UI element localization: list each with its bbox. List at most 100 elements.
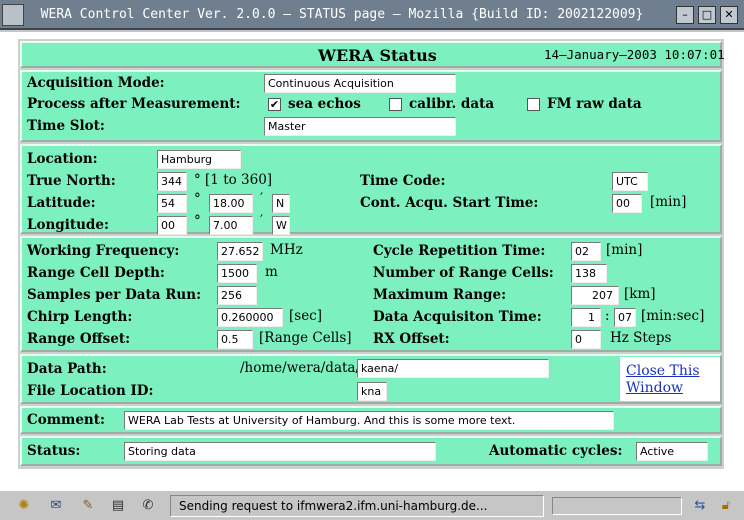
maximum-range-label: Maximum Range: (373, 287, 507, 303)
samples-per-run-label: Samples per Data Run: (27, 287, 202, 303)
addressbook-icon[interactable]: ▤ (108, 497, 128, 515)
mail-icon[interactable]: ✉ (46, 497, 66, 515)
samples-per-run-field[interactable]: 256 (217, 286, 257, 305)
longitude-label: Longitude: (27, 217, 109, 233)
time-slot-field[interactable]: Master (264, 117, 456, 136)
online-connection-icon[interactable]: ⇆ (690, 497, 710, 515)
close-window-link-line1[interactable]: Close This (626, 363, 700, 380)
irc-icon[interactable]: ✆ (138, 497, 158, 515)
range-cell-depth-field[interactable]: 1500 (217, 264, 257, 283)
longitude-degrees-field[interactable]: 00 (157, 216, 187, 235)
longitude-hemisphere-field[interactable]: W (272, 216, 290, 235)
acquisition-time-sec-field[interactable]: 07 (614, 308, 636, 327)
cycle-repetition-unit: [min] (606, 242, 643, 258)
range-offset-field[interactable]: 0.5 (217, 330, 253, 349)
location-field[interactable]: Hamburg (157, 150, 241, 169)
page-title: WERA Status (318, 46, 437, 65)
window-menu-icon[interactable] (2, 4, 24, 26)
start-time-unit: [min] (650, 194, 687, 210)
latitude-minute-symbol: ′ (260, 191, 264, 207)
sea-echos-checkbox[interactable]: ✔ (268, 98, 281, 111)
number-range-cells-label: Number of Range Cells: (373, 265, 554, 281)
true-north-label: True North: (27, 173, 116, 189)
latitude-minutes-field[interactable]: 18.00 (209, 194, 253, 213)
datetime-display: 14–January–2003 10:07:01 (544, 47, 725, 62)
file-location-label: File Location ID: (27, 383, 154, 399)
true-north-unit: ° [1 to 360] (194, 172, 273, 188)
security-lock-icon[interactable]: 🔓︎ (716, 497, 736, 515)
composer-icon[interactable]: ✎ (78, 497, 98, 515)
window-titlebar: WERA Control Center Ver. 2.0.0 – STATUS … (0, 0, 744, 30)
longitude-minutes-field[interactable]: 7.00 (209, 216, 253, 235)
working-frequency-field[interactable]: 27.652 (217, 242, 263, 261)
browser-statusbar: ✺ ✉ ✎ ▤ ✆ Sending request to ifmwera2.if… (0, 490, 744, 520)
longitude-degree-symbol: ° (194, 213, 201, 229)
number-range-cells-field[interactable]: 138 (571, 264, 607, 283)
chirp-length-field[interactable]: 0.260000 (217, 308, 283, 327)
window-title: WERA Control Center Ver. 2.0.0 – STATUS … (40, 7, 644, 22)
acquisition-mode-field[interactable]: Continuous Acquisition (264, 74, 456, 93)
acquisition-time-unit: [min:sec] (641, 308, 705, 324)
acquisition-time-min-field[interactable]: 1 (571, 308, 601, 327)
maximum-range-unit: [km] (624, 286, 656, 302)
maximum-range-field[interactable]: 207 (571, 286, 619, 305)
time-slot-label: Time Slot: (27, 118, 105, 134)
status-panel: Status: Storing data Automatic cycles: A… (20, 436, 722, 466)
comment-field[interactable]: WERA Lab Tests at University of Hamburg.… (124, 411, 614, 430)
longitude-minute-symbol: ′ (260, 213, 264, 229)
data-path-label: Data Path: (27, 361, 107, 377)
acquisition-mode-label: Acquisition Mode: (27, 75, 165, 91)
time-code-field[interactable]: UTC (612, 172, 648, 191)
sea-echos-label: sea echos (288, 96, 361, 112)
maximize-button[interactable]: □ (698, 6, 716, 24)
latitude-label: Latitude: (27, 195, 96, 211)
rx-offset-field[interactable]: 0 (571, 330, 601, 349)
automatic-cycles-label: Automatic cycles: (489, 443, 623, 459)
chirp-length-unit: [sec] (289, 308, 323, 324)
acquisition-time-separator: : (605, 308, 610, 324)
range-cell-depth-label: Range Cell Depth: (27, 265, 165, 281)
fm-raw-data-label: FM raw data (547, 96, 642, 112)
range-offset-label: Range Offset: (27, 331, 131, 347)
file-location-field[interactable]: kna (357, 382, 387, 401)
close-window-link-line2[interactable]: Window (626, 380, 683, 397)
status-field[interactable]: Storing data (124, 442, 436, 461)
working-frequency-unit: MHz (270, 242, 303, 258)
status-message: Sending request to ifmwera2.ifm.uni-hamb… (170, 495, 544, 517)
location-panel: Location: Hamburg True North: 344 ° [1 t… (20, 144, 722, 235)
header-panel: WERA Status 14–January–2003 10:07:01 (20, 41, 725, 68)
close-window-link-area[interactable]: Close This Window (620, 357, 720, 401)
automatic-cycles-field[interactable]: Active (636, 442, 708, 461)
calibr-data-label: calibr. data (409, 96, 495, 112)
process-after-label: Process after Measurement: (27, 96, 241, 112)
calibr-data-checkbox[interactable] (389, 98, 402, 111)
comment-panel: Comment: WERA Lab Tests at University of… (20, 406, 722, 434)
acquisition-panel: Acquisition Mode: Continuous Acquisition… (20, 70, 722, 142)
true-north-field[interactable]: 344 (157, 172, 187, 191)
chirp-length-label: Chirp Length: (27, 309, 133, 325)
fm-raw-data-checkbox[interactable] (527, 98, 540, 111)
latitude-degrees-field[interactable]: 54 (157, 194, 187, 213)
close-window-button[interactable]: ✕ (720, 6, 738, 24)
cycle-repetition-label: Cycle Repetition Time: (373, 243, 546, 259)
data-path-prefix: /home/wera/data/ (240, 360, 361, 376)
rx-offset-unit: Hz Steps (610, 330, 672, 346)
cycle-repetition-field[interactable]: 02 (571, 242, 601, 261)
range-cell-depth-unit: m (265, 264, 278, 280)
latitude-hemisphere-field[interactable]: N (272, 194, 290, 213)
rx-offset-label: RX Offset: (373, 331, 450, 347)
acquisition-time-label: Data Acquisiton Time: (373, 309, 542, 325)
paths-panel: Data Path: /home/wera/data/ kaena/ File … (20, 354, 722, 404)
radar-parameters-panel: Working Frequency: 27.652 MHz Range Cell… (20, 236, 722, 352)
latitude-degree-symbol: ° (194, 191, 201, 207)
comment-label: Comment: (27, 412, 105, 428)
progress-bar (552, 497, 682, 515)
working-frequency-label: Working Frequency: (27, 243, 180, 259)
minimize-button[interactable]: – (676, 6, 694, 24)
data-path-field[interactable]: kaena/ (357, 359, 549, 378)
navigator-icon[interactable]: ✺ (14, 497, 34, 515)
start-time-field[interactable]: 00 (612, 194, 642, 213)
start-time-label: Cont. Acqu. Start Time: (360, 195, 539, 211)
page-content: WERA Status 14–January–2003 10:07:01 Acq… (0, 32, 744, 490)
time-code-label: Time Code: (360, 173, 446, 189)
